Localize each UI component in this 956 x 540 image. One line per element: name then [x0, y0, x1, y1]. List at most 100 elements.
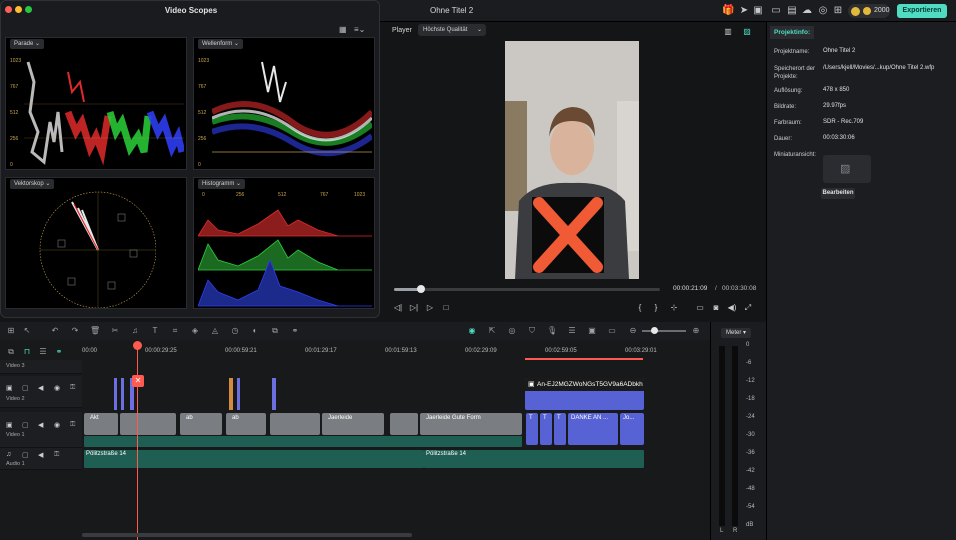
play-icon[interactable]: ▷ [424, 302, 436, 314]
export-frame-icon[interactable]: ⇱ [487, 326, 497, 336]
render-icon[interactable]: ◉ [467, 326, 477, 336]
music-icon[interactable]: ♫ [6, 451, 11, 458]
video2-clip[interactable] [272, 378, 276, 410]
grid-icon[interactable]: ⊞ [6, 326, 16, 336]
video1-clip[interactable]: Akt [84, 413, 118, 435]
video1-clip[interactable]: ab [226, 413, 266, 435]
display-icon[interactable]: ▭ [694, 302, 706, 314]
link-icon[interactable]: ⚭ [290, 326, 300, 336]
video1-clip[interactable] [120, 413, 176, 435]
monitor-icon[interactable]: ▭ [770, 5, 782, 17]
image-icon[interactable]: ▣ [752, 5, 764, 17]
delete-icon[interactable]: 🗑 [90, 326, 100, 336]
pip-icon[interactable]: ▣ [587, 326, 597, 336]
playback-scrubber[interactable] [416, 285, 425, 293]
meter-select[interactable]: Meter ▾ [721, 328, 751, 338]
support-icon[interactable]: ◎ [817, 5, 829, 17]
split-view-icon[interactable]: ▥ [722, 26, 734, 38]
video-track-icon[interactable]: ▣ [6, 384, 13, 392]
volume-icon[interactable]: ◀ [38, 421, 43, 429]
text-clip[interactable]: Jo... [620, 413, 644, 445]
zoom-slider-knob[interactable] [651, 327, 658, 334]
transform-icon[interactable]: ◈ [190, 326, 200, 336]
motion-icon[interactable]: ◎ [507, 326, 517, 336]
redo-icon[interactable]: ↷ [70, 326, 80, 336]
mark-in-icon[interactable]: { [634, 302, 646, 314]
cut-marker-icon[interactable]: ✕ [132, 375, 144, 387]
volume-icon[interactable]: ◀ [38, 451, 43, 459]
video2-clip[interactable] [237, 378, 240, 410]
volume-icon[interactable]: ◀ [38, 384, 43, 392]
tab-project-info[interactable]: Projektinfo: [770, 26, 815, 39]
group-icon[interactable]: ⧉ [270, 326, 280, 336]
shield-icon[interactable]: ⛉ [527, 326, 537, 336]
lock-icon[interactable]: ⚿ [54, 451, 59, 459]
video1-clip[interactable]: Jaerleide Gute Form [420, 413, 522, 435]
thumbnail-preview[interactable]: ▨ [823, 155, 871, 183]
color-icon[interactable]: ◬ [210, 326, 220, 336]
link-toggle-icon[interactable]: ⚭ [54, 347, 64, 357]
folder-icon[interactable]: ▢ [22, 421, 29, 429]
zoom-slider[interactable] [642, 330, 686, 332]
audio-clip[interactable]: Pölitzstraße 14 [84, 450, 424, 468]
video-track-icon[interactable]: ▣ [6, 421, 13, 429]
edit-thumbnail-button[interactable]: Bearbeiten [821, 188, 855, 199]
mark-out-icon[interactable]: } [650, 302, 662, 314]
avatar[interactable] [851, 7, 860, 16]
calendar-icon[interactable]: ▦ [339, 25, 347, 34]
video1-clip[interactable]: Jaerleide [322, 413, 384, 435]
mask-icon[interactable]: ◐ [250, 326, 260, 336]
text-icon[interactable]: T [150, 326, 160, 336]
cut-icon[interactable]: ✂ [110, 326, 120, 336]
vectorscope-select[interactable]: Vektorskop ⌄ [10, 179, 55, 189]
histogram-select[interactable]: Histogramm ⌄ [198, 179, 246, 189]
video-scopes-window[interactable]: Video Scopes ▦ ≡⌄ Parade ⌄ 1023 767 512 … [0, 0, 380, 318]
fullscreen-icon[interactable]: ⤢ [742, 302, 754, 314]
video2-clip[interactable] [121, 378, 124, 410]
undo-icon[interactable]: ↶ [50, 326, 60, 336]
text-clip[interactable]: DANKE AN ... [568, 413, 618, 445]
video1-clip[interactable] [270, 413, 320, 435]
magnet-icon[interactable]: ⊓ [22, 347, 32, 357]
playback-progress[interactable] [394, 288, 660, 291]
zoom-in-icon[interactable]: ⊕ [691, 326, 701, 336]
gift-icon[interactable]: 🎁 [722, 5, 734, 17]
waveform-select[interactable]: Wellenform ⌄ [198, 39, 243, 49]
lock-icon[interactable]: ⚿ [70, 421, 75, 429]
snapshot-icon[interactable]: ▨ [741, 26, 753, 38]
folder-icon[interactable]: ▢ [22, 384, 29, 392]
marker-icon[interactable]: ⊹ [668, 302, 680, 314]
title-clip[interactable]: An-EJ2MGZWoNGsT5GV9a6ADbkh ▣ [525, 378, 644, 410]
prev-frame-icon[interactable]: ◁| [392, 302, 404, 314]
voiceover-icon[interactable]: ☰ [567, 326, 577, 336]
play-back-icon[interactable]: ▷| [408, 302, 420, 314]
export-button[interactable]: Exportieren [897, 4, 947, 18]
folder-icon[interactable]: ▢ [22, 451, 29, 459]
audio-clip[interactable]: Pölitzstraße 14 [424, 450, 644, 468]
parade-select[interactable]: Parade ⌄ [10, 39, 45, 49]
text-clip[interactable]: T [526, 413, 538, 445]
lock-icon[interactable]: ⚿ [70, 384, 75, 392]
audio-icon[interactable]: ♫ [130, 326, 140, 336]
speed-icon[interactable]: ◷ [230, 326, 240, 336]
crop-icon[interactable]: ⌗ [170, 326, 180, 336]
video1-clip[interactable] [390, 413, 418, 435]
add-track-icon[interactable]: ⧉ [6, 347, 16, 357]
timeline-scrollbar[interactable] [82, 533, 412, 537]
mic-icon[interactable]: 🎙 [547, 326, 557, 336]
subtitle-icon[interactable]: ▭ [607, 326, 617, 336]
playhead[interactable] [137, 343, 138, 540]
volume-icon[interactable]: ◀) [726, 302, 738, 314]
camera-icon[interactable]: ◙ [710, 302, 722, 314]
text-clip[interactable]: T [540, 413, 552, 445]
select-icon[interactable]: ↖ [22, 326, 32, 336]
track-settings-icon[interactable]: ☰ [38, 347, 48, 357]
eye-icon[interactable]: ◉ [54, 421, 60, 429]
text-clip[interactable]: T [554, 413, 566, 445]
menu-icon[interactable]: ≡⌄ [354, 25, 365, 34]
send-icon[interactable]: ➤ [738, 5, 750, 17]
video2-clip[interactable] [229, 378, 233, 410]
quality-select[interactable]: Höchste Qualität ⌄ [418, 24, 486, 36]
stop-icon[interactable]: □ [440, 302, 452, 314]
layout-icon[interactable]: ▤ [786, 5, 798, 17]
